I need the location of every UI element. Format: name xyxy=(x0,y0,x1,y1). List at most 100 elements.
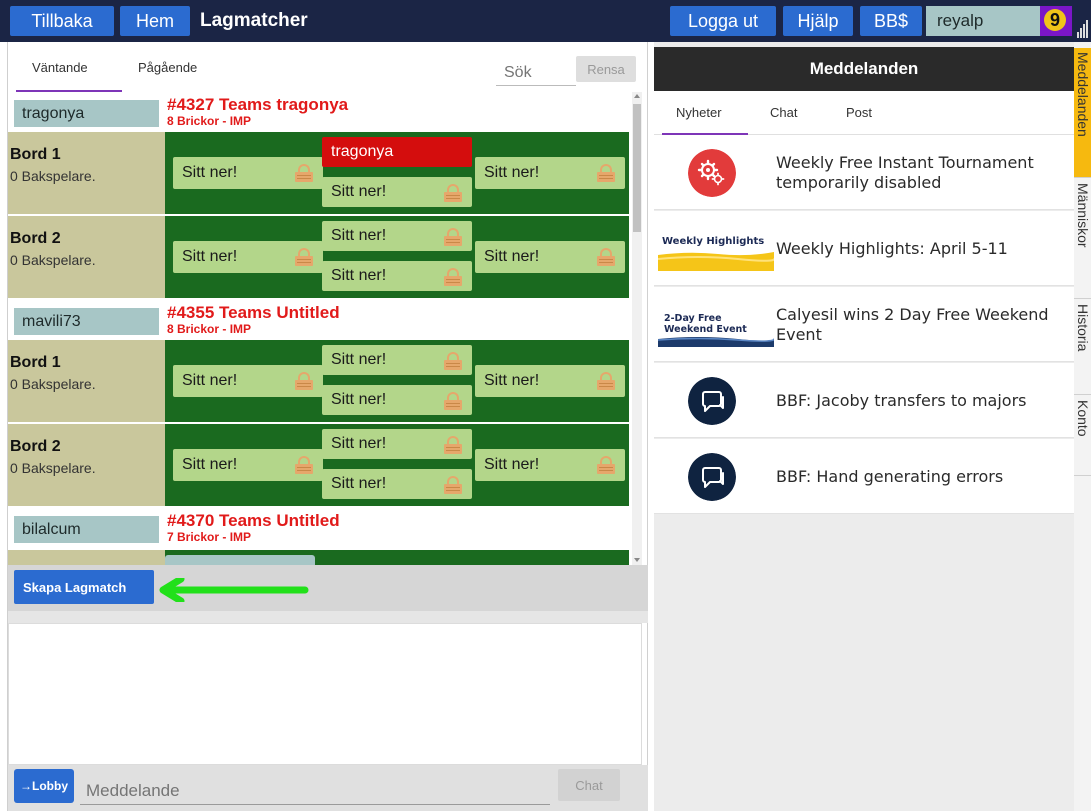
seat-west[interactable]: Sitt ner! xyxy=(173,449,323,481)
lock-icon xyxy=(444,268,462,286)
news-title: Weekly Free Instant Tournament temporari… xyxy=(776,152,1034,192)
news-item[interactable]: 2-Day Free Weekend Event Calyesil wins 2… xyxy=(654,287,1074,362)
lock-icon xyxy=(444,228,462,246)
seat-label: Sitt ner! xyxy=(484,164,540,181)
match-subtitle: 7 Brickor - IMP xyxy=(167,530,252,544)
seat-south[interactable]: Sitt ner! xyxy=(322,469,472,499)
match-subtitle: 8 Brickor - IMP xyxy=(167,114,252,128)
table-row: Bord 2 0 Bakspelare. Sitt ner! Sitt ner!… xyxy=(8,216,632,300)
tab-mail[interactable]: Post xyxy=(846,105,872,120)
side-tab-people[interactable]: Människor xyxy=(1074,179,1091,299)
seat-north[interactable] xyxy=(165,555,315,565)
side-tab-label: Människor xyxy=(1075,183,1091,248)
chat-bubbles-icon xyxy=(688,377,736,425)
news-item[interactable]: BBF: Hand generating errors xyxy=(654,439,1074,514)
weekly-highlights-thumbnail: Weekly Highlights xyxy=(658,231,774,271)
table-seats: Sitt ner! Sitt ner! Sitt ner! Sitt ner! xyxy=(165,216,629,298)
match-host[interactable]: tragonya xyxy=(14,100,159,127)
seat-west[interactable]: Sitt ner! xyxy=(173,365,323,397)
weekend-event-thumbnail: 2-Day Free Weekend Event xyxy=(658,307,774,347)
messages-header: Meddelanden xyxy=(654,47,1074,91)
seat-north[interactable]: Sitt ner! xyxy=(322,345,472,375)
chat-bar: →Lobby Chat xyxy=(8,765,648,811)
bbdollar-button[interactable]: BB$ xyxy=(860,6,922,36)
match-title: #4355 Teams Untitled xyxy=(167,303,340,322)
seat-north[interactable]: Sitt ner! xyxy=(322,221,472,251)
news-item[interactable]: Weekly Highlights Weekly Highlights: Apr… xyxy=(654,211,1074,286)
news-title: Weekly Highlights: April 5-11 xyxy=(776,238,1008,258)
news-item[interactable]: BBF: Jacoby transfers to majors xyxy=(654,363,1074,438)
back-button[interactable]: Tillbaka xyxy=(10,6,114,36)
logout-button[interactable]: Logga ut xyxy=(670,6,776,36)
seat-north[interactable]: Sitt ner! xyxy=(322,429,472,459)
seat-south[interactable]: Sitt ner! xyxy=(322,261,472,291)
table-row: Bord 1 0 Bakspelare. Sitt ner! tragonya … xyxy=(8,132,632,216)
table-name: Bord 1 xyxy=(10,146,61,163)
match-host[interactable]: bilalcum xyxy=(14,516,159,543)
chat-log[interactable] xyxy=(8,623,642,765)
side-tab-label: Konto xyxy=(1075,400,1091,437)
seat-north[interactable]: tragonya xyxy=(322,137,472,167)
tab-ongoing[interactable]: Pågående xyxy=(138,60,197,75)
lobby-button[interactable]: →Lobby xyxy=(14,769,74,803)
messages-panel: Meddelanden Nyheter Chat Post Weekly Fre… xyxy=(654,42,1074,811)
seat-east[interactable]: Sitt ner! xyxy=(475,157,625,189)
message-input[interactable] xyxy=(80,777,550,805)
tab-chat[interactable]: Chat xyxy=(770,105,797,120)
lock-icon xyxy=(597,248,615,266)
create-team-match-button[interactable]: Skapa Lagmatch xyxy=(14,570,154,604)
match-list-scrollbar[interactable] xyxy=(632,92,642,565)
seat-label: Sitt ner! xyxy=(331,435,387,452)
kibitzer-count: 0 Bakspelare. xyxy=(10,168,96,184)
clear-button[interactable]: Rensa xyxy=(576,56,636,82)
side-tab-account[interactable]: Konto xyxy=(1074,396,1091,476)
table-seats: Sitt ner! Sitt ner! Sitt ner! Sitt ner! xyxy=(165,340,629,422)
news-item[interactable]: Weekly Free Instant Tournament temporari… xyxy=(654,135,1074,210)
table-name: Bord 1 xyxy=(10,354,61,371)
seat-south[interactable]: Sitt ner! xyxy=(322,177,472,207)
seat-label: Sitt ner! xyxy=(331,183,387,200)
side-tabs: Meddelanden Människor Historia Konto xyxy=(1074,42,1091,811)
table-info: Bord 1 0 Bakspelare. xyxy=(8,340,165,422)
notification-badge[interactable]: 9 xyxy=(1040,6,1072,36)
table-row: Bord 2 0 Bakspelare. Sitt ner! Sitt ner!… xyxy=(8,424,632,508)
wave-graphic xyxy=(658,252,774,271)
table-seats: Sitt ner! tragonya Sitt ner! Sitt ner! xyxy=(165,132,629,214)
thumbnail-caption: 2-Day Free xyxy=(664,313,722,324)
separator-band xyxy=(8,611,648,623)
side-tab-history[interactable]: Historia xyxy=(1074,300,1091,395)
team-matches-panel: Väntande Pågående Rensa tragonya #4327 T… xyxy=(8,42,648,811)
match-host[interactable]: mavili73 xyxy=(14,308,159,335)
seat-west[interactable]: Sitt ner! xyxy=(173,157,323,189)
signal-icon xyxy=(1077,16,1089,38)
help-button[interactable]: Hjälp xyxy=(783,6,853,36)
side-tab-messages[interactable]: Meddelanden xyxy=(1074,48,1091,178)
username-field[interactable]: reyalp xyxy=(926,6,1040,36)
seat-south[interactable]: Sitt ner! xyxy=(322,385,472,415)
scroll-thumb[interactable] xyxy=(633,104,641,232)
table-seats: Sitt ner! Sitt ner! Sitt ner! Sitt ner! xyxy=(165,424,629,506)
lock-icon xyxy=(295,372,313,390)
seat-label: Sitt ner! xyxy=(331,267,387,284)
page-title: Lagmatcher xyxy=(200,10,308,31)
chat-send-button[interactable]: Chat xyxy=(558,769,620,801)
seat-west[interactable]: Sitt ner! xyxy=(173,241,323,273)
lock-icon xyxy=(444,392,462,410)
table-name: Bord 2 xyxy=(10,230,61,247)
scroll-down-icon[interactable] xyxy=(634,558,640,562)
lock-icon xyxy=(295,248,313,266)
seat-east[interactable]: Sitt ner! xyxy=(475,365,625,397)
tab-news[interactable]: Nyheter xyxy=(676,105,722,120)
seat-east[interactable]: Sitt ner! xyxy=(475,241,625,273)
seat-label: tragonya xyxy=(331,143,394,160)
lock-icon xyxy=(295,456,313,474)
tab-waiting[interactable]: Väntande xyxy=(32,60,88,75)
seat-label: Sitt ner! xyxy=(484,456,540,473)
search-input[interactable] xyxy=(496,60,576,86)
scroll-up-icon[interactable] xyxy=(634,94,640,98)
news-title: BBF: Jacoby transfers to majors xyxy=(776,390,1027,410)
thumbnail-caption: Weekend Event xyxy=(664,324,747,335)
seat-east[interactable]: Sitt ner! xyxy=(475,449,625,481)
news-title: Calyesil wins 2 Day Free Weekend Event xyxy=(776,304,1049,344)
home-button[interactable]: Hem xyxy=(120,6,190,36)
